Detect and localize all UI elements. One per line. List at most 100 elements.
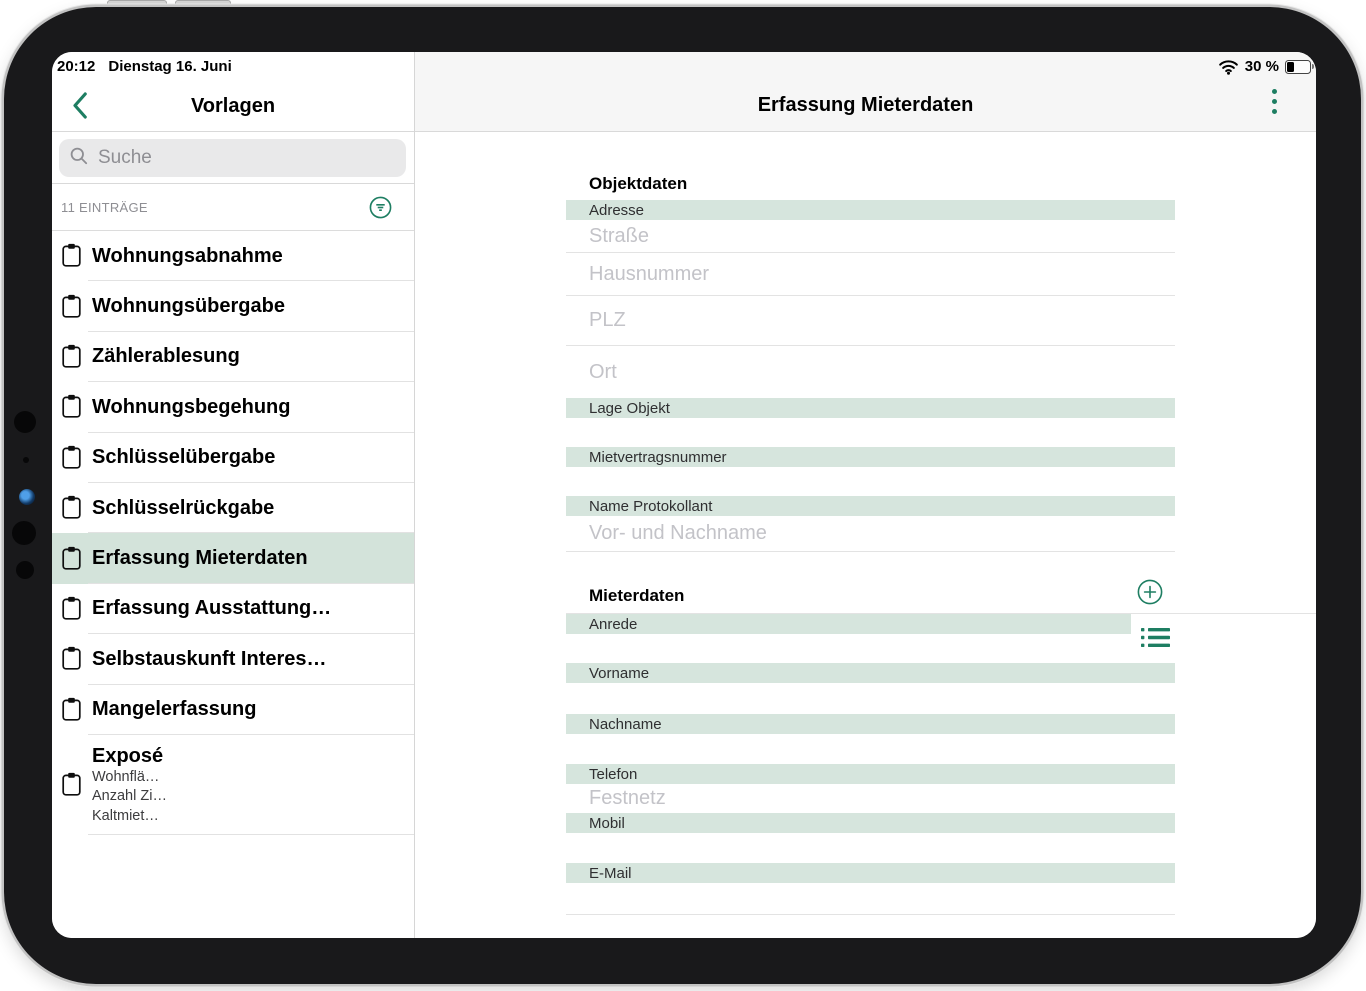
expose-subline: Anzahl Zi…	[92, 787, 167, 806]
battery-icon	[1285, 60, 1311, 74]
template-label: Schlüsselübergabe	[92, 446, 275, 469]
status-bar-right: 30 %	[1218, 58, 1311, 75]
status-bar-left: 20:12 Dienstag 16. Juni	[57, 58, 232, 75]
add-mieter-button[interactable]	[1137, 579, 1163, 610]
template-label: Exposé	[92, 744, 167, 768]
section-heading-objektdaten: Objektdaten	[589, 174, 1175, 194]
template-label: Schlüsselrückgabe	[92, 497, 274, 520]
status-date: Dienstag 16. Juni	[108, 58, 231, 75]
main-panel: 30 % Erfassung Mieterdaten Objektdaten A…	[415, 52, 1316, 938]
field-label-mietvertragsnummer: Mietvertragsnummer	[566, 447, 1175, 467]
battery-percent-label: 30 %	[1245, 58, 1279, 75]
anrede-row: Anrede	[566, 614, 1175, 663]
input-strasse[interactable]: Straße	[566, 220, 1175, 253]
wifi-icon	[1218, 59, 1239, 75]
sidebar-item-wohnungsuebergabe[interactable]: Wohnungsübergabe	[52, 281, 414, 331]
clipboard-icon	[62, 294, 81, 318]
sidebar-item-mangelerfassung[interactable]: Mangelerfassung	[52, 685, 414, 735]
sidebar-item-zaehlerablesung[interactable]: Zählerablesung	[52, 332, 414, 382]
sensor-dot	[23, 457, 29, 463]
status-time: 20:12	[57, 58, 95, 75]
clipboard-icon	[62, 394, 81, 418]
search-field[interactable]	[59, 139, 406, 177]
input-mobil[interactable]	[566, 833, 1175, 863]
input-festnetz[interactable]: Festnetz	[566, 784, 1175, 813]
field-label-nachname: Nachname	[566, 714, 1175, 734]
sidebar-item-wohnungsbegehung[interactable]: Wohnungsbegehung	[52, 382, 414, 432]
input-anrede[interactable]	[566, 634, 1175, 663]
field-label-name-protokollant: Name Protokollant	[566, 496, 1175, 516]
input-ort[interactable]: Ort	[566, 346, 1175, 398]
template-list: Wohnungsabnahme Wohnungsübergabe Zählera…	[52, 231, 414, 938]
form-content: Objektdaten Adresse Straße Hausnummer PL…	[415, 132, 1316, 938]
input-lage-objekt[interactable]	[566, 418, 1175, 447]
more-menu-button[interactable]	[1270, 87, 1280, 117]
section-header-mieterdaten: Mieterdaten	[566, 586, 1175, 606]
search-row	[52, 132, 414, 184]
section-heading-mieterdaten: Mieterdaten	[589, 586, 1175, 606]
field-label-lage-objekt: Lage Objekt	[566, 398, 1175, 418]
ellipsis-dot	[1272, 89, 1278, 95]
sensor-dot	[12, 521, 36, 545]
sidebar-item-selbstauskunft[interactable]: Selbstauskunft Interes…	[52, 634, 414, 684]
sensor-dot	[14, 411, 36, 433]
template-label: Selbstauskunft Interes…	[92, 648, 327, 671]
search-icon	[70, 147, 88, 170]
template-label: Erfassung Ausstattung…	[92, 597, 331, 620]
input-email[interactable]	[566, 883, 1175, 915]
entries-header: 11 EINTRÄGE	[52, 184, 414, 231]
clipboard-icon	[62, 772, 81, 796]
template-label: Wohnungsbegehung	[92, 396, 291, 419]
sidebar-item-schluesselrueckgabe[interactable]: Schlüsselrückgabe	[52, 483, 414, 533]
ellipsis-dot	[1272, 99, 1278, 105]
clipboard-icon	[62, 243, 81, 267]
field-label-telefon: Telefon	[566, 764, 1175, 784]
clipboard-icon	[62, 646, 81, 670]
main-navbar: 30 % Erfassung Mieterdaten	[415, 52, 1316, 132]
clipboard-icon	[62, 697, 81, 721]
filter-icon	[369, 196, 392, 219]
template-label: Wohnungsübergabe	[92, 295, 285, 318]
plus-circle-icon	[1137, 579, 1163, 605]
clipboard-icon	[62, 495, 81, 519]
sidebar-item-expose[interactable]: Exposé Wohnflä… Anzahl Zi… Kaltmiet…	[52, 735, 414, 835]
input-plz[interactable]: PLZ	[566, 296, 1175, 346]
sidebar-item-erfassung-mieterdaten[interactable]: Erfassung Mieterdaten	[52, 533, 414, 583]
page-title: Erfassung Mieterdaten	[415, 94, 1316, 117]
field-label-anrede: Anrede	[566, 614, 1131, 634]
field-label-vorname: Vorname	[566, 663, 1175, 683]
field-label-adresse: Adresse	[566, 200, 1175, 220]
clipboard-icon	[62, 546, 81, 570]
expose-text-block: Exposé Wohnflä… Anzahl Zi… Kaltmiet…	[92, 744, 167, 826]
filter-button[interactable]	[369, 196, 392, 219]
template-label: Mangelerfassung	[92, 698, 256, 721]
page-background: 20:12Dienstag 16. Juni Vorlagen	[0, 0, 1366, 991]
input-hausnummer[interactable]: Hausnummer	[566, 253, 1175, 296]
entries-count-label: 11 EINTRÄGE	[61, 200, 148, 215]
expose-subline: Wohnflä…	[92, 768, 167, 787]
input-protokollant[interactable]: Vor- und Nachname	[566, 516, 1175, 552]
sidebar-vorlagen: 20:12Dienstag 16. Juni Vorlagen	[52, 52, 415, 938]
field-label-email: E-Mail	[566, 863, 1175, 883]
clipboard-icon	[62, 344, 81, 368]
input-nachname[interactable]	[566, 734, 1175, 764]
field-label-mobil: Mobil	[566, 813, 1175, 833]
clipboard-icon	[62, 596, 81, 620]
choose-list-button[interactable]	[1141, 627, 1170, 653]
sidebar-header: 20:12Dienstag 16. Juni Vorlagen	[52, 52, 414, 132]
sensor-dot	[16, 561, 34, 579]
input-mietvertragsnummer[interactable]	[566, 467, 1175, 496]
front-camera-lens	[19, 489, 35, 505]
input-vorname[interactable]	[566, 683, 1175, 714]
search-input[interactable]	[96, 146, 380, 170]
template-label: Wohnungsabnahme	[92, 245, 283, 268]
bullet-list-icon	[1141, 627, 1170, 648]
sidebar-item-erfassung-ausstattung[interactable]: Erfassung Ausstattung…	[52, 584, 414, 634]
expose-subline: Kaltmiet…	[92, 807, 167, 826]
app-screen: 20:12Dienstag 16. Juni Vorlagen	[52, 52, 1316, 938]
sidebar-item-wohnungsabnahme[interactable]: Wohnungsabnahme	[52, 231, 414, 281]
template-label: Erfassung Mieterdaten	[92, 547, 308, 570]
ellipsis-dot	[1272, 109, 1278, 115]
template-label: Zählerablesung	[92, 345, 240, 368]
sidebar-item-schluesseluebergabe[interactable]: Schlüsselübergabe	[52, 433, 414, 483]
